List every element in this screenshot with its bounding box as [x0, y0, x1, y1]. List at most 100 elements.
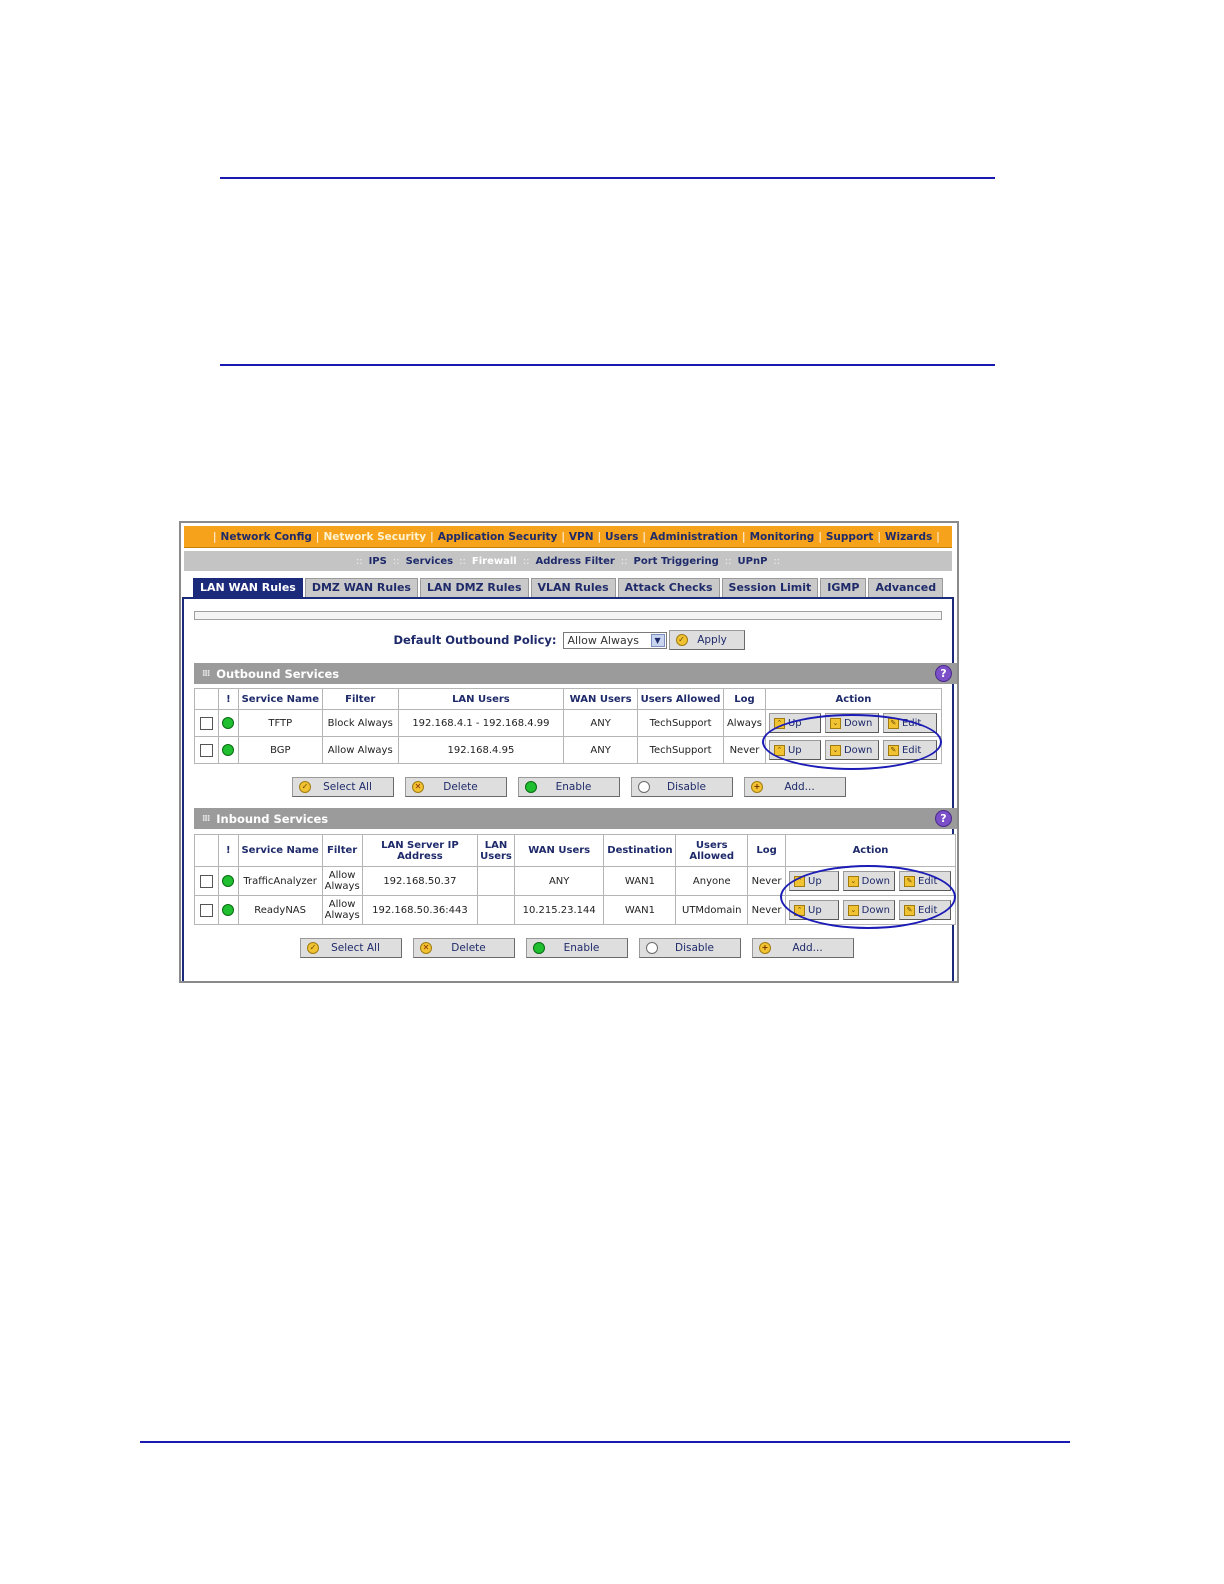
column-header: Users Allowed	[637, 688, 725, 710]
tab-dmz-wan-rules[interactable]: DMZ WAN Rules	[304, 578, 418, 597]
log: Never	[747, 866, 787, 896]
inbound-button-row: ✓ Select All ✕ Delete Enable Disable + Add.…	[300, 938, 854, 958]
subnav-firewall[interactable]: Firewall	[468, 556, 521, 567]
column-header: Log	[723, 688, 766, 710]
delete-button[interactable]: ✕ Delete	[405, 777, 507, 797]
edit-button[interactable]: ✎ Edit	[899, 900, 952, 920]
edit-button[interactable]: ✎ Edit	[882, 713, 937, 733]
nav-support[interactable]: Support	[823, 531, 876, 543]
add-icon: +	[759, 942, 771, 954]
subnav-address-filter[interactable]: Address Filter	[531, 556, 618, 567]
enable-button[interactable]: Enable	[518, 777, 620, 797]
down-button[interactable]: ⌄ Down	[824, 713, 879, 733]
edit-button[interactable]: ✎ Edit	[899, 871, 952, 891]
enable-button[interactable]: Enable	[526, 938, 628, 958]
row-checkbox[interactable]	[199, 903, 213, 917]
service-name: TFTP	[237, 709, 323, 737]
down-button[interactable]: ⌄ Down	[843, 871, 896, 891]
tab-vlan-rules[interactable]: VLAN Rules	[530, 578, 616, 597]
select-column-header	[194, 834, 219, 867]
delete-button[interactable]: ✕ Delete	[413, 938, 515, 958]
chevron-down-icon[interactable]: ▼	[650, 633, 665, 647]
nav-application-security[interactable]: Application Security	[435, 531, 561, 543]
up-button[interactable]: ⌃ Up	[789, 871, 840, 891]
column-header: WAN Users	[563, 688, 639, 710]
tab-advanced[interactable]: Advanced	[868, 578, 944, 597]
subnav-ips[interactable]: IPS	[365, 556, 391, 567]
row-actions: ⌃ Up ⌄ Down ✎ Edit	[768, 740, 939, 760]
column-header: WAN Users	[513, 834, 605, 867]
table-row: TFTP Block Always 192.168.4.1 - 192.168.…	[194, 709, 943, 737]
lan-users	[477, 866, 515, 896]
select-all-button[interactable]: ✓ Select All	[292, 777, 394, 797]
wan-users: ANY	[563, 736, 639, 764]
log: Never	[747, 895, 787, 925]
apply-button[interactable]: ✓ Apply	[668, 630, 745, 650]
outbound-services-title: Outbound Services	[216, 666, 340, 681]
nav-monitoring[interactable]: Monitoring	[747, 531, 818, 543]
lan-users: 192.168.4.95	[397, 736, 565, 764]
service-name: ReadyNAS	[237, 895, 323, 925]
table-header-row: ! Service Name Filter LAN Users WAN User…	[194, 688, 943, 710]
pencil-icon: ✎	[904, 875, 916, 887]
tab-attack-checks[interactable]: Attack Checks	[617, 578, 720, 597]
subnav-port-triggering[interactable]: Port Triggering	[630, 556, 723, 567]
add-button[interactable]: + Add...	[744, 777, 846, 797]
policy-selected-value: Allow Always	[567, 633, 639, 647]
status-indicator	[222, 904, 235, 916]
check-icon: ✓	[299, 781, 311, 793]
nav-users[interactable]: Users	[602, 531, 641, 543]
apply-label: Apply	[697, 634, 727, 646]
tab-lan-dmz-rules[interactable]: LAN DMZ Rules	[419, 578, 529, 597]
up-button[interactable]: ⌃ Up	[789, 900, 840, 920]
table-header-row: ! Service Name Filter LAN Server IP Addr…	[194, 834, 956, 867]
add-button[interactable]: + Add...	[752, 938, 854, 958]
help-icon[interactable]: ?	[935, 665, 952, 682]
up-button[interactable]: ⌃ Up	[768, 740, 821, 760]
destination: WAN1	[603, 895, 677, 925]
tab-lan-wan-rules[interactable]: LAN WAN Rules	[193, 578, 303, 597]
policy-select[interactable]: Allow Always ▼	[562, 631, 667, 649]
disable-button[interactable]: Disable	[639, 938, 741, 958]
nav-wizards[interactable]: Wizards	[882, 531, 935, 543]
arrow-down-icon: ⌄	[848, 904, 859, 916]
nav-vpn[interactable]: VPN	[566, 531, 597, 543]
tab-panel: Default Outbound Policy: Allow Always ▼ …	[182, 597, 957, 981]
nav-network-config[interactable]: Network Config	[218, 531, 315, 543]
edit-button[interactable]: ✎ Edit	[882, 740, 937, 760]
firewall-screenshot: | Network Config | Network Security | Ap…	[179, 521, 959, 983]
select-all-button[interactable]: ✓ Select All	[300, 938, 402, 958]
tab-igmp[interactable]: IGMP	[820, 578, 867, 597]
lan-users: 192.168.4.1 - 192.168.4.99	[397, 709, 565, 737]
row-checkbox[interactable]	[199, 716, 213, 730]
row-checkbox[interactable]	[199, 743, 213, 757]
subnav-services[interactable]: Services	[402, 556, 458, 567]
disable-button[interactable]: Disable	[631, 777, 733, 797]
nav-network-security[interactable]: Network Security	[320, 531, 429, 543]
lan-server-ip: 192.168.50.37	[361, 866, 479, 896]
status-column-header: !	[217, 834, 239, 867]
nav-administration[interactable]: Administration	[647, 531, 741, 543]
delete-icon: ✕	[420, 942, 432, 954]
inbound-services-title: Inbound Services	[216, 811, 329, 826]
help-icon[interactable]: ?	[935, 810, 952, 827]
filter: Allow Always	[321, 895, 363, 925]
row-checkbox[interactable]	[199, 874, 213, 888]
tab-session-limit[interactable]: Session Limit	[721, 578, 819, 597]
service-name: TrafficAnalyzer	[237, 866, 323, 896]
main-nav: | Network Config | Network Security | Ap…	[184, 526, 952, 548]
grip-icon: ⁞⁞⁞	[202, 668, 210, 679]
users-allowed: UTMdomain	[675, 895, 749, 925]
up-button[interactable]: ⌃ Up	[768, 713, 821, 733]
down-button[interactable]: ⌄ Down	[824, 740, 879, 760]
arrow-up-icon: ⌃	[773, 717, 785, 729]
default-outbound-policy: Default Outbound Policy: Allow Always ▼ …	[184, 629, 954, 651]
wan-users: 10.215.23.144	[513, 895, 605, 925]
down-button[interactable]: ⌄ Down	[843, 900, 896, 920]
inbound-services-header: ⁞⁞⁞ Inbound Services ?	[194, 808, 957, 829]
subnav-upnp[interactable]: UPnP	[734, 556, 772, 567]
row-actions: ⌃ Up ⌄ Down ✎ Edit	[788, 900, 953, 920]
outbound-button-row: ✓ Select All ✕ Delete Enable Disable + Add.…	[292, 777, 846, 797]
arrow-down-icon: ⌄	[848, 875, 859, 887]
filter: Allow Always	[321, 866, 363, 896]
